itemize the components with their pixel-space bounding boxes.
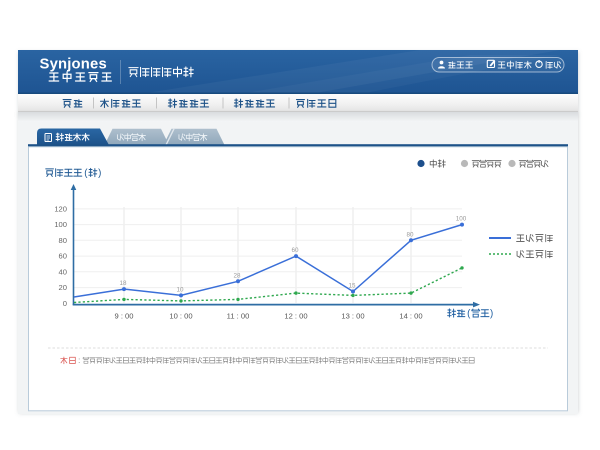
svg-text:14 : 00: 14 : 00 [399, 312, 422, 321]
svg-text:11 : 00: 11 : 00 [227, 312, 250, 321]
svg-text:40: 40 [59, 267, 67, 276]
svg-text:120: 120 [54, 204, 67, 213]
svg-text:10: 10 [176, 286, 184, 293]
svg-text:12 : 00: 12 : 00 [284, 312, 307, 321]
svg-text:9 : 00: 9 : 00 [115, 312, 134, 321]
svg-text:13 : 00: 13 : 00 [341, 312, 364, 321]
svg-text::: : [78, 356, 80, 365]
svg-text:0: 0 [63, 299, 67, 308]
svg-text:60: 60 [59, 252, 67, 261]
svg-text:Synjones: Synjones [40, 57, 107, 73]
svg-text:80: 80 [59, 236, 67, 245]
svg-text:60: 60 [291, 247, 299, 254]
svg-text:15: 15 [348, 282, 356, 289]
svg-text:80: 80 [406, 231, 414, 238]
svg-text:100: 100 [54, 220, 67, 229]
svg-text:100: 100 [456, 216, 467, 223]
svg-text:20: 20 [59, 283, 67, 292]
svg-text:18: 18 [119, 280, 127, 287]
svg-text:): ) [98, 168, 101, 179]
svg-text:): ) [490, 309, 493, 320]
svg-text:28: 28 [233, 272, 241, 279]
svg-text:10 : 00: 10 : 00 [169, 312, 192, 321]
